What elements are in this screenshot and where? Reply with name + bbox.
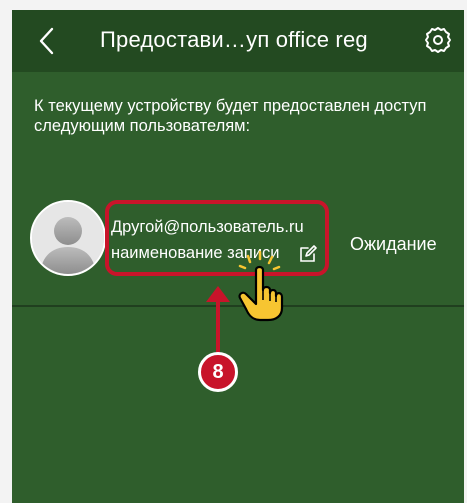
status-label: Ожидание <box>350 234 437 254</box>
highlight-frame <box>105 200 329 276</box>
page-title: Предостави…уп office reg <box>100 27 368 52</box>
user-avatar-icon <box>30 200 106 276</box>
step-badge: 8 <box>198 352 238 392</box>
app-screen: Предостави…уп office reg К текущему устр… <box>12 10 464 503</box>
app-bar: Предостави…уп office reg <box>12 10 464 72</box>
share-info-text: К текущему устройству будет предоставлен… <box>34 97 427 135</box>
back-icon[interactable] <box>34 26 60 56</box>
hand-cursor-icon <box>238 250 284 322</box>
gear-icon[interactable] <box>424 26 452 54</box>
pointer-line <box>216 292 220 356</box>
